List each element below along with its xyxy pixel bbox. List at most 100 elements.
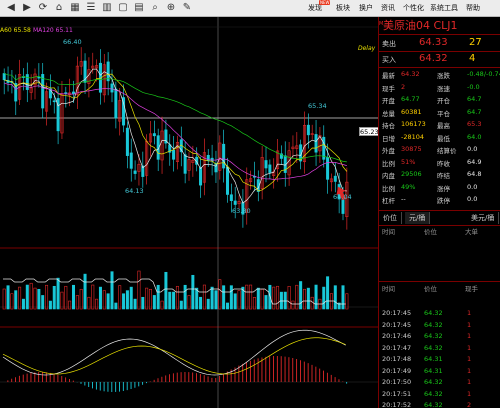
stat-label: 涨速	[437, 84, 450, 93]
stat-label: 最高	[437, 122, 450, 130]
ticks-header2-time: 时间	[382, 285, 395, 293]
stat-value: 64.77	[401, 95, 420, 103]
stat-value: 29506	[401, 170, 422, 178]
candle-body	[133, 170, 137, 174]
stat-value: -28104	[401, 132, 425, 141]
tick-row[interactable]: 20:17:45 64.32 1	[379, 309, 500, 319]
tab-3[interactable]: 美元/桶	[467, 212, 500, 224]
candle-body	[229, 194, 233, 201]
volume-bar	[125, 290, 129, 310]
tick-row[interactable]: 20:17:52 64.32 2	[379, 401, 500, 408]
candle-body	[125, 127, 129, 156]
candle-body	[333, 175, 337, 182]
volume-bar	[133, 298, 137, 310]
menu-item-2[interactable]: 换户	[359, 3, 373, 13]
stat-label: 杠杆	[382, 197, 395, 205]
stat-label: 昨结	[437, 172, 450, 180]
tick-row[interactable]: 20:17:45 64.32 1	[379, 321, 500, 331]
volume-bar	[260, 289, 264, 310]
divider	[379, 210, 500, 211]
menu-item-6[interactable]: 帮助	[466, 3, 480, 13]
buy-row[interactable]: 买入 64.32 4	[379, 53, 500, 66]
volume-bar	[206, 298, 210, 310]
candle-body	[183, 154, 187, 174]
stat-value: 60381	[401, 107, 422, 116]
search-icon[interactable]: ⌕	[148, 1, 162, 15]
chart-canvas[interactable]	[0, 17, 378, 408]
volume-bar	[83, 273, 87, 310]
instrument-title[interactable]: M 美原油04 CLJ1	[379, 19, 500, 33]
volume-bar	[199, 296, 203, 310]
sell-row[interactable]: 卖出 64.33 27	[379, 37, 500, 50]
volume-bar	[114, 302, 118, 310]
tick-row[interactable]: 20:17:47 64.32 1	[379, 344, 500, 354]
volume-bar	[122, 293, 126, 310]
stat-label: 内盘	[382, 172, 395, 180]
stat-row: 外盘 30875 结算价 0.0	[379, 145, 500, 157]
stat-row: 比例 51% 昨收 64.9	[379, 158, 500, 170]
tick-volume: 1	[467, 355, 472, 363]
zoom-in-icon[interactable]: ⊕	[164, 1, 178, 15]
kline-chart[interactable]: Delay 65.23 A60 65.58 MA120 65.11 66.40 65.…	[0, 17, 379, 408]
price-annotation: 66.40	[63, 38, 82, 46]
tick-time: 20:17:51	[382, 389, 412, 398]
stat-value: --	[401, 195, 406, 203]
pen-icon[interactable]: ✎	[180, 1, 194, 15]
stat-label: 跌停	[437, 197, 450, 205]
candle-body	[41, 74, 45, 109]
grid-icon[interactable]: ▦	[68, 1, 82, 15]
menu-item-3[interactable]: 资讯	[381, 3, 395, 13]
volume-bar	[302, 288, 306, 310]
volume-bar	[68, 300, 72, 310]
volume-bar	[164, 271, 168, 310]
tick-price: 64.31	[424, 355, 443, 363]
volume-bar	[33, 287, 37, 310]
macd-dif-line	[2, 329, 346, 376]
candle-body	[268, 164, 272, 173]
stat-value: 106173	[401, 120, 426, 128]
candle-body	[264, 160, 268, 169]
tick-row[interactable]: 20:17:46 64.32 1	[379, 332, 500, 342]
candle-body	[37, 76, 41, 79]
divider	[379, 34, 500, 35]
volume-bar	[98, 286, 102, 310]
chart-icon[interactable]: ▥	[100, 1, 114, 15]
home-icon[interactable]: ⌂	[52, 1, 66, 15]
refresh-icon[interactable]: ⟳	[36, 1, 50, 15]
stat-label: 结算价	[437, 147, 457, 155]
volume-bar	[295, 284, 299, 310]
window-icon[interactable]: ▢	[116, 1, 130, 15]
back-arrow-icon[interactable]: ◀	[4, 1, 18, 15]
tick-row[interactable]: 20:17:49 64.31 1	[379, 367, 500, 377]
stat-value: 64.7	[467, 107, 482, 116]
stat-value: -0.0	[467, 82, 480, 91]
menu-item-1[interactable]: 板块	[336, 3, 350, 13]
candle-body	[2, 73, 6, 81]
ma-line-magenta	[4, 82, 347, 180]
tick-row[interactable]: 20:17:48 64.31 1	[379, 355, 500, 365]
volume-bar	[245, 284, 249, 310]
ma-legend-item: A60 65.58	[0, 27, 31, 34]
tick-row[interactable]: 20:17:50 64.32 1	[379, 378, 500, 388]
tab-2[interactable]: 元/桶	[405, 212, 431, 224]
tick-price: 64.32	[424, 343, 443, 352]
menu-item-5[interactable]: 系统工具	[430, 3, 458, 13]
volume-bar	[175, 285, 179, 310]
volume-bar	[37, 288, 41, 310]
candle-body	[222, 143, 226, 169]
volume-bar	[45, 284, 49, 310]
layout-icon[interactable]: ▤	[132, 1, 146, 15]
tab-1[interactable]: 价位	[379, 212, 402, 224]
candle-body	[114, 88, 118, 119]
stat-label: 日增	[382, 134, 395, 143]
volume-bar	[2, 288, 6, 310]
volume-bar	[291, 300, 295, 310]
tick-row[interactable]: 20:17:51 64.32 1	[379, 390, 500, 400]
forward-arrow-icon[interactable]: ▶	[20, 1, 34, 15]
stat-value: -0.48/-0.74	[467, 70, 500, 78]
volume-bar	[341, 285, 345, 310]
volume-bar	[156, 284, 160, 310]
menu-item-4[interactable]: 个性化	[403, 3, 424, 13]
list-icon[interactable]: ☰	[84, 1, 98, 15]
stat-value: 65.3	[467, 120, 482, 128]
